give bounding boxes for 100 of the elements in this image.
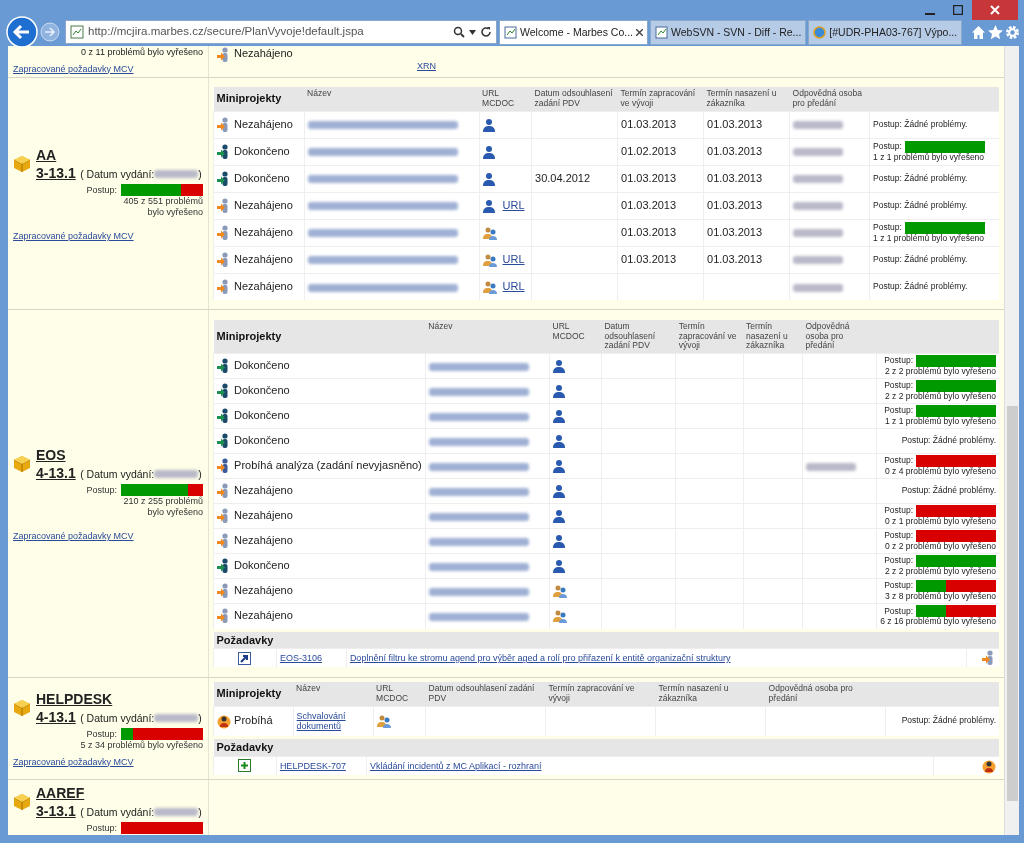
chart-icon bbox=[655, 25, 668, 39]
progress-label: Postup: bbox=[884, 381, 913, 391]
person-arrow-icon bbox=[217, 383, 231, 400]
status-text: Dokončeno bbox=[233, 559, 290, 571]
release-name[interactable]: AAREF bbox=[36, 783, 202, 802]
miniproject-link[interactable]: Schvalování dokumentů bbox=[296, 710, 359, 732]
browser-tab[interactable]: Welcome - Marbes Co... bbox=[499, 19, 648, 45]
person-icon bbox=[553, 409, 566, 424]
progress-label: Postup: bbox=[873, 222, 902, 233]
progress-label: Postup: bbox=[884, 406, 913, 416]
caret-icon[interactable] bbox=[469, 29, 476, 35]
release-version[interactable]: 4-13.1 bbox=[36, 708, 76, 725]
status-text: Nezahájeno bbox=[233, 484, 293, 496]
search-icon[interactable] bbox=[453, 26, 465, 38]
progress-label: Postup: bbox=[884, 356, 913, 366]
status-text: Dokončeno bbox=[233, 434, 290, 446]
browser-tab[interactable]: WebSVN - SVN - Diff - Re... bbox=[650, 19, 807, 45]
url-link[interactable]: XRN bbox=[417, 61, 436, 72]
url-link[interactable]: URL bbox=[502, 199, 525, 212]
status-text: Nezahájeno bbox=[233, 198, 293, 211]
progress-text: Postup: Žádné problémy. bbox=[901, 435, 996, 446]
scrollbar[interactable] bbox=[1004, 46, 1019, 835]
status-text: Probíhá bbox=[233, 714, 273, 727]
progress-text: Postup: Žádné problémy. bbox=[901, 485, 996, 496]
person-icon bbox=[553, 509, 566, 524]
progress-text: 3 z 8 problémů bylo vyřešeno bbox=[883, 592, 996, 602]
date-text: 01.03.2013 bbox=[621, 226, 677, 239]
column-header: Miniprojekty bbox=[213, 682, 294, 707]
arrow-square-icon bbox=[238, 651, 252, 665]
person-arrow-icon bbox=[217, 458, 231, 475]
release-name[interactable]: EOS bbox=[36, 445, 202, 464]
refresh-icon[interactable] bbox=[480, 26, 492, 38]
blurred-text bbox=[154, 469, 199, 478]
status-text: Probíhá analýza (zadání nevyjasněno) bbox=[233, 459, 422, 471]
requests-link[interactable]: Zapracované požadavky MCV bbox=[13, 63, 203, 74]
request-summary-link[interactable]: Doplnění filtru ke stromu agend pro výběr aged a rolí pro přiřazení k entitě organizační struktury bbox=[349, 653, 731, 664]
back-button[interactable] bbox=[6, 16, 38, 48]
package-icon bbox=[13, 792, 31, 811]
browser-tab[interactable]: [#UDR-PHA03-767] Výpo... bbox=[808, 19, 963, 45]
requests-link[interactable]: Zapracované požadavky MCV bbox=[13, 756, 203, 767]
person-icon bbox=[217, 713, 231, 730]
person-arrow-icon bbox=[217, 433, 231, 450]
date-text: 01.03.2013 bbox=[707, 226, 763, 239]
address-bar[interactable]: http://mcjira.marbes.cz/secure/PlanVyvoje!default.jspa bbox=[65, 20, 497, 44]
progress-label: Postup: bbox=[86, 185, 117, 196]
release-name[interactable]: HELPDESK bbox=[36, 689, 202, 708]
progress-text: 2 z 2 problémů bylo vyřešeno bbox=[883, 367, 996, 377]
progress-label: Postup: bbox=[884, 581, 913, 591]
person-arrow-icon bbox=[217, 116, 231, 133]
person-icon bbox=[553, 484, 566, 499]
close-icon[interactable] bbox=[636, 28, 643, 36]
release-version[interactable]: 4-13.1 bbox=[36, 464, 76, 481]
person-arrow-icon bbox=[217, 358, 231, 375]
status-text: Dokončeno bbox=[233, 384, 290, 396]
person-arrow-icon bbox=[217, 224, 231, 241]
column-header: Termín zapracování ve vývoji bbox=[545, 682, 656, 707]
requests-link[interactable]: Zapracované požadavky MCV bbox=[13, 230, 203, 242]
url-link[interactable]: URL bbox=[502, 280, 525, 293]
date-text: 01.03.2013 bbox=[621, 253, 677, 266]
star-icon[interactable] bbox=[988, 24, 1003, 40]
progress-label: Postup: bbox=[86, 823, 117, 834]
progress-text: 0 z 11 problémů bylo vyřešeno bbox=[80, 47, 203, 58]
release-name[interactable]: AA bbox=[36, 145, 202, 164]
request-summary-link[interactable]: Vkládání incidentů z MC Aplikací - rozhraní bbox=[369, 760, 542, 771]
person-arrow-icon bbox=[217, 278, 231, 295]
progress-label: Postup: bbox=[86, 729, 117, 740]
person-arrow-icon bbox=[217, 47, 231, 63]
close-button[interactable] bbox=[972, 0, 1018, 20]
status-text: Dokončeno bbox=[233, 144, 290, 157]
progress-text: Postup: Žádné problémy. bbox=[873, 172, 968, 183]
release-version[interactable]: 3-13.1 bbox=[36, 164, 76, 181]
status-text: Nezahájeno bbox=[233, 252, 293, 265]
person-arrow-icon bbox=[217, 483, 231, 500]
status-text: Nezahájeno bbox=[233, 225, 293, 238]
column-header: URL MCDOC bbox=[373, 682, 426, 707]
status-text: Nezahájeno bbox=[233, 584, 293, 596]
person-arrow-icon bbox=[982, 650, 996, 667]
request-key-link[interactable]: EOS-3106 bbox=[279, 653, 322, 664]
person-arrow-icon bbox=[217, 508, 231, 525]
settings-icon[interactable] bbox=[1005, 24, 1020, 40]
release-version[interactable]: 3-13.1 bbox=[36, 802, 76, 819]
people-icon bbox=[482, 225, 497, 240]
url-link[interactable]: URL bbox=[502, 253, 525, 266]
people-icon bbox=[553, 584, 568, 599]
date-text: 01.03.2013 bbox=[621, 199, 677, 212]
release-date-label: ( Datum vydání: bbox=[80, 167, 155, 180]
person-arrow-icon bbox=[217, 197, 231, 214]
section-header: Požadavky bbox=[213, 739, 277, 757]
package-icon bbox=[13, 699, 31, 717]
blurred-text bbox=[154, 713, 199, 722]
requests-link[interactable]: Zapracované požadavky MCV bbox=[13, 530, 203, 542]
home-icon[interactable] bbox=[971, 24, 986, 40]
maximize-button[interactable] bbox=[953, 5, 963, 15]
progress-text: 2 z 2 problémů bylo vyřešeno bbox=[883, 392, 996, 402]
person-icon bbox=[553, 459, 566, 474]
date-text: 01.03.2013 bbox=[707, 118, 763, 131]
date-text: 01.03.2013 bbox=[707, 145, 763, 158]
request-key-link[interactable]: HELPDESK-707 bbox=[279, 760, 346, 771]
forward-button[interactable] bbox=[40, 22, 60, 42]
column-header: Termín nasazení u zákazníka bbox=[743, 319, 803, 354]
